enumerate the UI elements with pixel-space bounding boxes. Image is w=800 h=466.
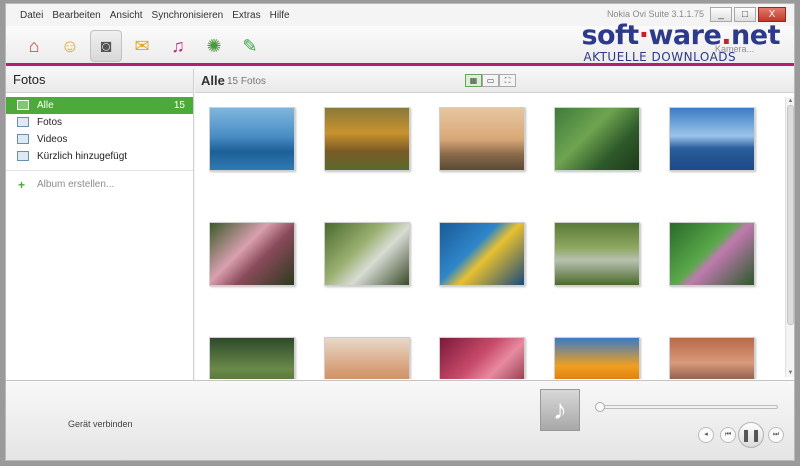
watermark-dot-2: . (721, 20, 732, 51)
watermark-subtitle: AKTUELLE DOWNLOADS (583, 50, 737, 64)
device-status[interactable]: Gerät verbinden (68, 419, 133, 429)
video-icon (17, 134, 29, 144)
picture-icon (17, 117, 29, 127)
photo-toucan[interactable] (554, 107, 640, 171)
scroll-down-icon[interactable]: ▼ (786, 369, 794, 377)
page-title: Alle (201, 73, 225, 88)
camera-icon[interactable]: ◙ (90, 30, 122, 62)
sidebar: Fotos Alle 15 Fotos Videos Kürzlich hinz… (6, 69, 194, 380)
menu-synchronisieren[interactable]: Synchronisieren (152, 10, 224, 21)
music-icon[interactable]: ♫ (162, 30, 194, 62)
photo-forest[interactable] (209, 337, 295, 379)
sidebar-divider (6, 170, 193, 171)
progress-slider[interactable] (595, 402, 778, 412)
photos-icon (17, 100, 29, 110)
photo-desert[interactable] (324, 337, 410, 379)
photo-sunset-rocks[interactable] (669, 337, 755, 379)
app-window: Datei Bearbeiten Ansicht Synchronisieren… (5, 3, 795, 461)
menu-bearbeiten[interactable]: Bearbeiten (52, 10, 100, 21)
photo-orange-flowers[interactable] (554, 337, 640, 379)
watermark-part-c: net (731, 20, 780, 51)
photo-stream[interactable] (554, 222, 640, 286)
photo-autumn-tree[interactable] (324, 107, 410, 171)
sidebar-item-count: 15 (173, 100, 185, 111)
sidebar-item-alle[interactable]: Alle 15 (6, 97, 193, 114)
photo-green-leaves[interactable] (669, 222, 755, 286)
watermark-part-a: soft (581, 20, 639, 51)
menu-extras[interactable]: Extras (232, 10, 260, 21)
photo-blue-lake[interactable] (669, 107, 755, 171)
photo-sea-turtle[interactable] (439, 222, 525, 286)
watermark-logo: soft·ware.net AKTUELLE DOWNLOADS (581, 20, 780, 65)
slider-knob[interactable] (595, 402, 605, 412)
photo-count: 15 Fotos (227, 76, 266, 87)
grid-view-button[interactable]: ▦ (465, 74, 482, 87)
create-album-label: Album erstellen... (37, 179, 115, 190)
home-icon[interactable]: ⌂ (18, 30, 50, 62)
watermark-part-b: ware (648, 20, 722, 51)
next-icon[interactable]: ⏭ (768, 427, 784, 443)
scrollbar-thumb[interactable] (787, 105, 794, 325)
recent-icon (17, 151, 29, 161)
photo-panel: Alle 15 Fotos ▦ ▭ ⛶ ▲ ▼ (195, 69, 794, 380)
plus-icon: + (18, 178, 26, 192)
app-version: Nokia Ovi Suite 3.1.1.75 (606, 9, 704, 19)
sidebar-item-label: Fotos (37, 117, 63, 128)
sidebar-item-fotos[interactable]: Fotos (6, 114, 193, 131)
volume-icon[interactable]: ◂ (698, 427, 714, 443)
sidebar-item-label: Videos (37, 134, 68, 145)
scrollbar[interactable]: ▲ ▼ (785, 97, 794, 377)
photo-red-flowers[interactable] (439, 337, 525, 379)
photo-panel-header: Alle 15 Fotos ▦ ▭ ⛶ (195, 69, 794, 93)
previous-icon[interactable]: ⏮ (720, 427, 736, 443)
player-bar: Gerät verbinden ♪ ◂ ⏮ ❚❚ ⏭ (6, 380, 794, 460)
photo-sunset-trees[interactable] (439, 107, 525, 171)
sidebar-item-videos[interactable]: Videos (6, 131, 193, 148)
photo-waterfall[interactable] (324, 222, 410, 286)
menu-datei[interactable]: Datei (20, 10, 43, 21)
menu-ansicht[interactable]: Ansicht (110, 10, 143, 21)
menu-hilfe[interactable]: Hilfe (270, 10, 290, 21)
view-switcher: ▦ ▭ ⛶ (465, 74, 516, 87)
messages-icon[interactable]: ✉ (126, 30, 158, 62)
photo-grid (209, 107, 769, 379)
maps-icon[interactable]: ✺ (198, 30, 230, 62)
contacts-icon[interactable]: ☺ (54, 30, 86, 62)
single-view-button[interactable]: ▭ (482, 74, 499, 87)
sidebar-item-label: Alle (37, 100, 54, 111)
sidebar-item-recent[interactable]: Kürzlich hinzugefügt (6, 148, 193, 165)
sidebar-item-label: Kürzlich hinzugefügt (37, 151, 128, 162)
fullscreen-view-button[interactable]: ⛶ (499, 74, 516, 87)
pause-icon[interactable]: ❚❚ (738, 422, 764, 448)
create-album-button[interactable]: + Album erstellen... (6, 176, 193, 194)
sidebar-title: Fotos (6, 69, 193, 93)
photo-whale[interactable] (209, 107, 295, 171)
sync-icon[interactable]: ✎ (234, 30, 266, 62)
photo-pink-flowers[interactable] (209, 222, 295, 286)
scroll-up-icon[interactable]: ▲ (786, 97, 794, 105)
music-note-icon: ♪ (540, 389, 580, 431)
